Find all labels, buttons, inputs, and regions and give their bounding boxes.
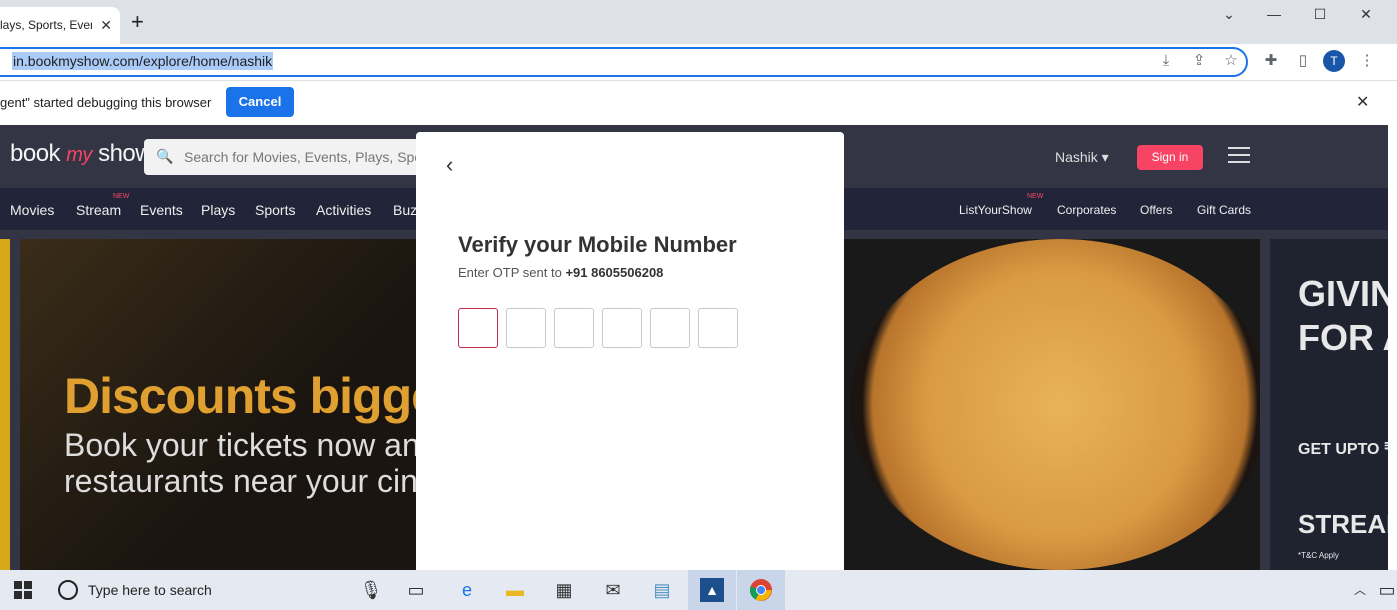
maximize-icon[interactable]: ☐ [1305,6,1335,26]
windows-start-icon[interactable] [14,581,32,599]
store-icon[interactable]: ▦ [552,578,576,602]
cortana-icon[interactable] [58,580,78,600]
banner-subline: Book your tickets now and [64,427,438,463]
banner-headline: Discounts bigger [64,368,457,424]
cancel-debug-button[interactable]: Cancel [226,87,294,117]
nav-listyourshow[interactable]: ListYourShow [959,203,1032,217]
app-triangle-icon[interactable]: ▲ [700,578,724,602]
phone-number: +91 8605506208 [565,265,664,280]
pizza-image [850,239,1260,570]
tab-strip [0,0,1397,44]
network-icon[interactable]: ▭ [1375,578,1397,602]
url-text[interactable]: in.bookmyshow.com/explore/home/nashik [12,52,274,70]
new-badge: NEW [1027,193,1044,200]
modal-title: Verify your Mobile Number [458,232,737,257]
otp-digit-2[interactable] [506,308,546,348]
nav-activities[interactable]: Activities [316,202,371,218]
new-badge: NEW [113,193,130,200]
tray-chevron-icon[interactable]: ︿ [1348,578,1372,602]
chrome-icon[interactable] [749,578,773,602]
next-banner[interactable]: GIVING FOR AL GET UPTO ₹200 STREAM *T&C … [1270,239,1388,570]
microphone-icon[interactable]: 🎙 [359,578,383,602]
infobar-close-icon[interactable]: ✕ [1356,92,1369,112]
side-panel-icon[interactable]: ▯ [1294,52,1312,70]
share-icon[interactable]: ⇪ [1190,52,1208,70]
otp-digit-4[interactable] [602,308,642,348]
task-view-icon[interactable]: ▭ [404,578,428,602]
more-menu-icon[interactable]: ⋮ [1358,52,1376,70]
side-banner-text: *T&C Apply [1298,551,1339,560]
otp-digit-1[interactable] [458,308,498,348]
nav-buzz[interactable]: Buz [393,202,417,218]
new-tab-icon[interactable]: + [131,11,144,33]
file-explorer-icon[interactable]: ▬ [503,578,527,602]
nav-movies[interactable]: Movies [10,202,54,218]
banner-subline: restaurants near your cine [64,463,436,499]
prev-banner-edge[interactable] [0,239,10,570]
search-icon: 🔍 [156,148,174,164]
side-banner-text: STREAM [1298,509,1388,539]
tab-close-icon[interactable]: ✕ [100,17,112,34]
browser-tab[interactable]: lays, Sports, Even ✕ [0,7,120,44]
otp-digit-5[interactable] [650,308,690,348]
modal-subtitle: Enter OTP sent to +91 8605506208 [458,265,664,280]
debug-message: gent" started debugging this browser [0,95,212,110]
sign-in-button[interactable]: Sign in [1137,145,1203,170]
side-banner-text: GIVING [1298,273,1388,314]
mail-icon[interactable]: ✉ [601,578,625,602]
notepad-icon[interactable]: ▤ [650,578,674,602]
bookmark-star-icon[interactable]: ☆ [1222,52,1240,70]
search-placeholder: Search for Movies, Events, Plays, Spo [184,149,423,165]
site-search-input[interactable]: 🔍 Search for Movies, Events, Plays, Spo [144,139,434,175]
nav-gift-cards[interactable]: Gift Cards [1197,203,1251,217]
nav-offers[interactable]: Offers [1140,203,1172,217]
nav-events[interactable]: Events [140,202,183,218]
nav-sports[interactable]: Sports [255,202,295,218]
back-arrow-icon[interactable]: ‹ [446,152,453,178]
extensions-icon[interactable]: ✚ [1262,52,1280,70]
city-selector[interactable]: Nashik ▾ [1055,149,1109,166]
hamburger-menu-icon[interactable] [1228,147,1250,163]
window-close-icon[interactable]: ✕ [1351,6,1381,26]
tab-title: lays, Sports, Even [0,18,92,32]
nav-corporates[interactable]: Corporates [1057,203,1116,217]
side-banner-text: GET UPTO ₹200 [1298,441,1388,458]
minimize-icon[interactable]: — [1259,6,1289,26]
install-icon[interactable]: ⤓ [1157,52,1175,70]
otp-digit-3[interactable] [554,308,594,348]
nav-stream[interactable]: Stream [76,202,121,218]
site-logo[interactable]: book my show [10,140,153,168]
otp-digit-6[interactable] [698,308,738,348]
side-banner-text: FOR AL [1298,317,1388,358]
otp-modal: ‹ Verify your Mobile Number Enter OTP se… [416,132,844,570]
nav-plays[interactable]: Plays [201,202,235,218]
tab-search-icon[interactable]: ⌄ [1214,6,1244,26]
edge-icon[interactable]: e [455,578,479,602]
profile-avatar[interactable]: T [1323,50,1345,72]
taskbar-search-input[interactable]: Type here to search [88,582,212,598]
